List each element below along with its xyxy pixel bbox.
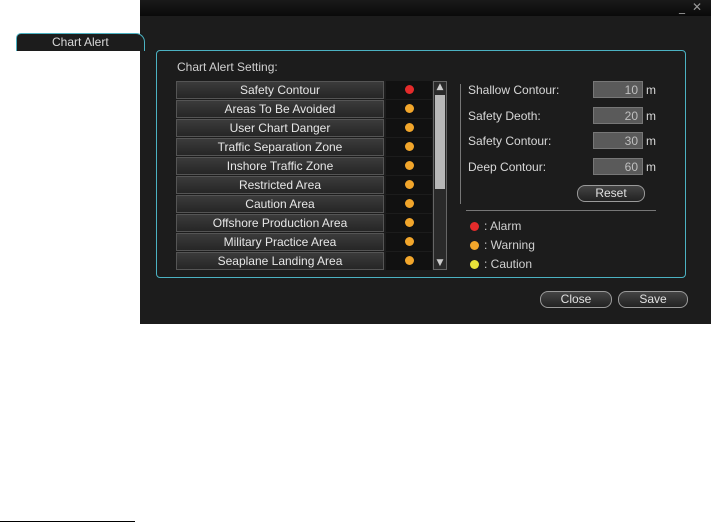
deep-contour-label: Deep Contour: <box>468 160 547 174</box>
scroll-down-icon[interactable]: ▼ <box>434 258 446 269</box>
warning-dot-icon <box>405 123 414 132</box>
alert-row[interactable]: Military Practice Area <box>176 233 434 251</box>
alert-name[interactable]: Areas To Be Avoided <box>176 100 384 118</box>
deep-contour-unit: m <box>646 160 656 174</box>
warning-dot-icon <box>405 104 414 113</box>
alert-name[interactable]: Caution Area <box>176 195 384 213</box>
alert-row[interactable]: Safety Contour <box>176 81 434 99</box>
shallow-contour-input[interactable] <box>593 81 643 98</box>
alert-row[interactable]: Traffic Separation Zone <box>176 138 434 156</box>
legend-caution-label: : Caution <box>484 257 533 271</box>
alert-level-cell[interactable] <box>386 233 432 251</box>
legend-warning-label: : Warning <box>484 238 535 252</box>
alert-level-cell[interactable] <box>386 176 432 194</box>
alert-name[interactable]: Military Practice Area <box>176 233 384 251</box>
alert-row[interactable]: Areas To Be Avoided <box>176 100 434 118</box>
safety-contour-input[interactable] <box>593 132 643 149</box>
warning-dot-icon <box>405 218 414 227</box>
safety-depth-label: Safety Deoth: <box>468 109 541 123</box>
warning-dot-icon <box>405 180 414 189</box>
alert-level-cell[interactable] <box>386 214 432 232</box>
alert-level-cell[interactable] <box>386 138 432 156</box>
safety-contour-unit: m <box>646 134 656 148</box>
footnote-rule <box>0 521 135 522</box>
legend-alarm-label: : Alarm <box>484 219 522 233</box>
warning-dot-icon <box>405 256 414 265</box>
alert-level-cell[interactable] <box>386 81 432 99</box>
safety-depth-input[interactable] <box>593 107 643 124</box>
alarm-dot-icon <box>470 222 479 231</box>
alert-name[interactable]: Restricted Area <box>176 176 384 194</box>
deep-contour-input[interactable] <box>593 158 643 175</box>
alert-row[interactable]: Restricted Area <box>176 176 434 194</box>
alert-level-cell[interactable] <box>386 195 432 213</box>
warning-dot-icon <box>405 199 414 208</box>
alert-name[interactable]: Seaplane Landing Area <box>176 252 384 270</box>
minimize-icon[interactable]: _ <box>679 1 685 13</box>
alert-level-cell[interactable] <box>386 100 432 118</box>
section-label: Chart Alert Setting: <box>177 60 278 74</box>
title-bar: _ ✕ <box>140 0 711 16</box>
alert-list: Safety Contour Areas To Be Avoided User Ch… <box>176 81 434 270</box>
alert-name[interactable]: Inshore Traffic Zone <box>176 157 384 175</box>
alert-row[interactable]: User Chart Danger <box>176 119 434 137</box>
alert-level-cell[interactable] <box>386 252 432 270</box>
scroll-up-icon[interactable]: ▲ <box>434 82 446 93</box>
alert-row[interactable]: Offshore Production Area <box>176 214 434 232</box>
alert-level-cell[interactable] <box>386 157 432 175</box>
alert-row[interactable]: Caution Area <box>176 195 434 213</box>
shallow-contour-unit: m <box>646 83 656 97</box>
alert-name[interactable]: Offshore Production Area <box>176 214 384 232</box>
alert-row[interactable]: Seaplane Landing Area <box>176 252 434 270</box>
shallow-contour-label: Shallow Contour: <box>468 83 560 97</box>
scroll-thumb[interactable] <box>435 95 445 189</box>
warning-dot-icon <box>405 237 414 246</box>
tab-chart-alert[interactable]: Chart Alert <box>16 33 145 51</box>
vertical-divider <box>460 84 461 204</box>
warning-dot-icon <box>405 142 414 151</box>
safety-contour-label: Safety Contour: <box>468 134 552 148</box>
close-button[interactable]: Close <box>540 291 612 308</box>
alert-name[interactable]: Safety Contour <box>176 81 384 99</box>
scrollbar[interactable]: ▲ ▼ <box>433 81 447 270</box>
caution-dot-icon <box>470 260 479 269</box>
save-button[interactable]: Save <box>618 291 688 308</box>
alert-row[interactable]: Inshore Traffic Zone <box>176 157 434 175</box>
alarm-dot-icon <box>405 85 414 94</box>
alert-name[interactable]: Traffic Separation Zone <box>176 138 384 156</box>
warning-dot-icon <box>470 241 479 250</box>
reset-button[interactable]: Reset <box>577 185 645 202</box>
alert-level-cell[interactable] <box>386 119 432 137</box>
safety-depth-unit: m <box>646 109 656 123</box>
horizontal-divider <box>466 210 656 211</box>
close-icon[interactable]: ✕ <box>692 1 702 13</box>
alert-name[interactable]: User Chart Danger <box>176 119 384 137</box>
warning-dot-icon <box>405 161 414 170</box>
